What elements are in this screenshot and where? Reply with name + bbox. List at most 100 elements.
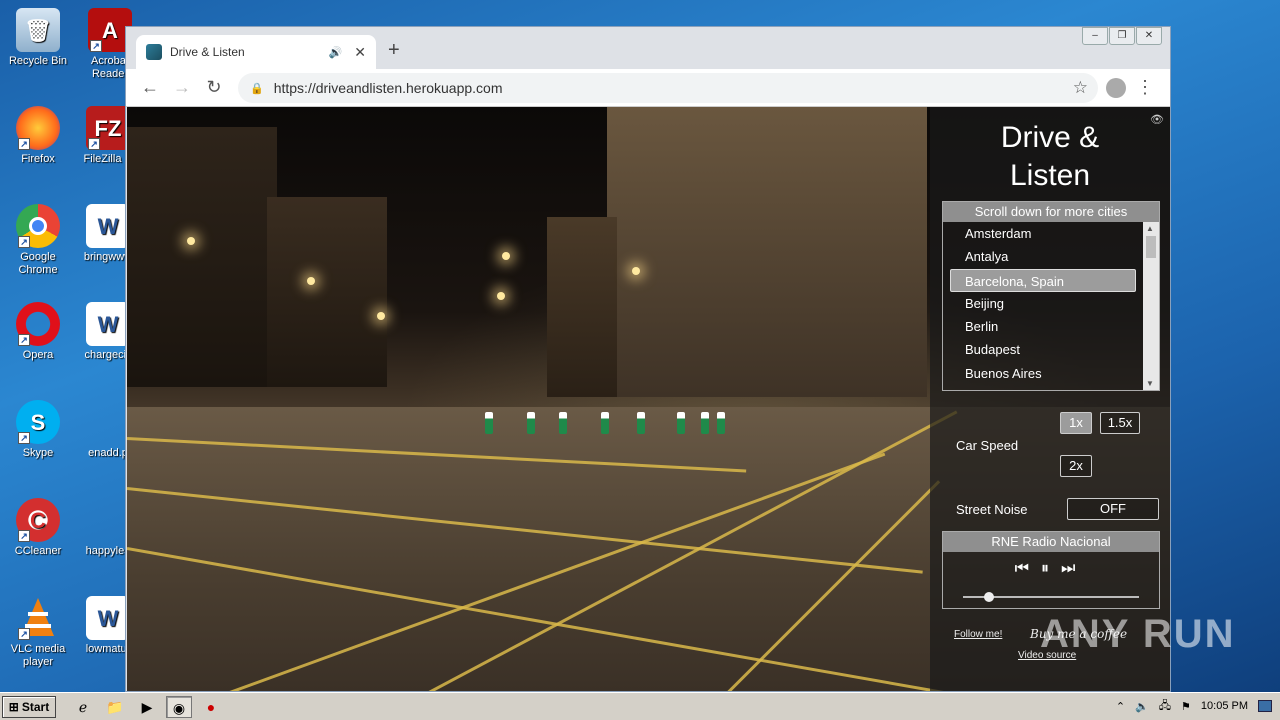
- word-doc-icon: W: [86, 596, 130, 640]
- windows-logo-icon: ⊞: [8, 699, 19, 714]
- desktop-icon-ccleaner[interactable]: C ↗ CCleaner: [0, 498, 76, 558]
- speed-2x-button[interactable]: 2x: [1060, 455, 1092, 477]
- city-selector: Scroll down for more cities Amsterdam An…: [942, 201, 1160, 391]
- new-tab-button[interactable]: +: [388, 39, 400, 62]
- bollard: [637, 412, 645, 434]
- network-icon[interactable]: 🖧: [1159, 697, 1171, 716]
- file-icon: [86, 498, 130, 542]
- building: [127, 127, 277, 387]
- address-bar[interactable]: 🔒 https://driveandlisten.herokuapp.com ☆: [238, 73, 1098, 103]
- city-list-scrollbar[interactable]: ▲ ▼: [1143, 222, 1159, 390]
- next-icon[interactable]: ⏭: [1061, 560, 1087, 577]
- building: [607, 107, 927, 397]
- radio-player: RNE Radio Nacional ⏮⏸⏭: [942, 531, 1160, 609]
- shortcut-arrow-icon: ↗: [18, 628, 30, 640]
- radio-station-name: RNE Radio Nacional: [943, 532, 1159, 552]
- opera-taskbar-icon[interactable]: ●: [198, 696, 224, 718]
- browser-toolbar: ← → ↻ 🔒 https://driveandlisten.herokuapp…: [126, 69, 1170, 107]
- desktop-icon-label: Skype: [22, 447, 54, 459]
- clock[interactable]: 10:05 PM: [1201, 700, 1248, 712]
- app-title-line2: Listen: [1009, 159, 1091, 192]
- taskbar: ⊞ Start ℯ 📁 ▶ ◉ ● ⌃ 🔈 🖧 ⚑ 10:05 PM: [0, 692, 1280, 720]
- desktop-icon-chrome[interactable]: ↗ Google Chrome: [0, 204, 76, 277]
- scroll-thumb[interactable]: [1146, 236, 1156, 258]
- shortcut-arrow-icon: ↗: [18, 530, 30, 542]
- street-lamp: [632, 267, 640, 275]
- tray-expand-icon[interactable]: ⌃: [1116, 700, 1125, 713]
- close-window-button[interactable]: ✕: [1136, 27, 1162, 45]
- scroll-down-icon[interactable]: ▼: [1146, 379, 1154, 388]
- desktop-icon-opera[interactable]: ↗ Opera: [0, 302, 76, 362]
- minimize-button[interactable]: –: [1082, 27, 1108, 45]
- control-panel: 👁 Drive & Listen Scroll down for more ci…: [930, 107, 1170, 691]
- profile-avatar-icon[interactable]: [1106, 78, 1126, 98]
- word-doc-icon: W: [86, 302, 130, 346]
- desktop-icon-label: Acrobat Reader: [91, 55, 129, 80]
- shortcut-arrow-icon: ↗: [18, 334, 30, 346]
- restore-button[interactable]: ❐: [1109, 27, 1135, 45]
- system-tray: ⌃ 🔈 🖧 ⚑ 10:05 PM: [1116, 695, 1280, 717]
- bookmark-star-icon[interactable]: ☆: [1073, 78, 1088, 98]
- bollard: [601, 412, 609, 434]
- previous-icon[interactable]: ⏮: [1015, 560, 1041, 577]
- tab-drive-and-listen[interactable]: Drive & Listen 🔊 ✕: [136, 35, 376, 69]
- chrome-icon: ↗: [16, 204, 60, 248]
- browser-window: Drive & Listen 🔊 ✕ + – ❐ ✕ ← → ↻ 🔒 https…: [125, 26, 1171, 692]
- speaker-icon[interactable]: 🔊: [329, 46, 343, 59]
- city-item[interactable]: Beijing: [943, 292, 1143, 315]
- start-button[interactable]: ⊞ Start: [2, 695, 56, 718]
- filezilla-icon: FZ ↗: [86, 106, 130, 150]
- show-desktop-icon[interactable]: [1258, 700, 1272, 712]
- desktop-icon-firefox[interactable]: ↗ Firefox: [0, 106, 76, 166]
- scroll-up-icon[interactable]: ▲: [1146, 224, 1154, 233]
- skype-icon: S ↗: [16, 400, 60, 444]
- flag-icon[interactable]: ⚑: [1181, 700, 1191, 713]
- city-item[interactable]: Berlin: [943, 315, 1143, 338]
- ie-icon[interactable]: ℯ: [70, 696, 96, 718]
- street-noise-toggle[interactable]: OFF: [1067, 498, 1159, 520]
- shortcut-arrow-icon: ↗: [18, 138, 30, 150]
- city-item[interactable]: Amsterdam: [943, 222, 1143, 245]
- street-lamp: [502, 252, 510, 260]
- playback-controls: ⏮⏸⏭: [943, 560, 1159, 578]
- explorer-icon[interactable]: 📁: [102, 696, 128, 718]
- city-selector-header: Scroll down for more cities: [943, 202, 1159, 222]
- desktop-icon-label: lowmatur: [85, 643, 131, 655]
- street-lamp: [307, 277, 315, 285]
- city-item-selected[interactable]: Barcelona, Spain: [950, 268, 1136, 292]
- chrome-taskbar-icon[interactable]: ◉: [166, 695, 192, 718]
- street-noise-label: Street Noise: [956, 502, 1028, 517]
- menu-kebab-icon[interactable]: ⋮: [1136, 77, 1154, 98]
- desktop-icon-label: Google Chrome: [18, 251, 58, 276]
- volume-slider[interactable]: [963, 592, 1139, 602]
- desktop-icon-skype[interactable]: S ↗ Skype: [0, 400, 76, 460]
- pause-icon[interactable]: ⏸: [1041, 560, 1061, 577]
- firefox-icon: ↗: [16, 106, 60, 150]
- volume-knob[interactable]: [984, 592, 995, 602]
- volume-icon[interactable]: 🔈: [1135, 700, 1149, 713]
- desktop-icon-vlc[interactable]: ↗ VLC media player: [0, 596, 76, 669]
- lock-icon: 🔒: [250, 82, 264, 95]
- follow-me-link[interactable]: Follow me!: [954, 629, 1002, 640]
- city-item[interactable]: Buenos Aires: [943, 362, 1143, 385]
- desktop-icon-recycle-bin[interactable]: 🗑 Recycle Bin: [0, 8, 76, 68]
- bollard: [527, 412, 535, 434]
- speed-1x-button[interactable]: 1x: [1060, 412, 1092, 434]
- street-lamp: [377, 312, 385, 320]
- city-list[interactable]: Amsterdam Antalya Barcelona, Spain Beiji…: [943, 222, 1143, 390]
- reload-icon[interactable]: ↻: [198, 77, 230, 98]
- url-text: https://driveandlisten.herokuapp.com: [273, 80, 503, 96]
- back-icon[interactable]: ←: [134, 77, 166, 98]
- tab-strip: Drive & Listen 🔊 ✕ + – ❐ ✕: [126, 27, 1170, 69]
- speed-1-5x-button[interactable]: 1.5x: [1100, 412, 1140, 434]
- word-doc-icon: W: [86, 204, 130, 248]
- close-tab-icon[interactable]: ✕: [354, 44, 366, 61]
- media-player-icon[interactable]: ▶: [134, 696, 160, 718]
- desktop-icon-label: enadd.p: [88, 447, 128, 459]
- desktop-icon-label: Recycle Bin: [8, 55, 68, 67]
- city-item[interactable]: Antalya: [943, 245, 1143, 268]
- city-item[interactable]: Budapest: [943, 338, 1143, 361]
- recycle-bin-icon: 🗑: [16, 8, 60, 52]
- forward-icon[interactable]: →: [166, 77, 198, 98]
- bollard: [717, 412, 725, 434]
